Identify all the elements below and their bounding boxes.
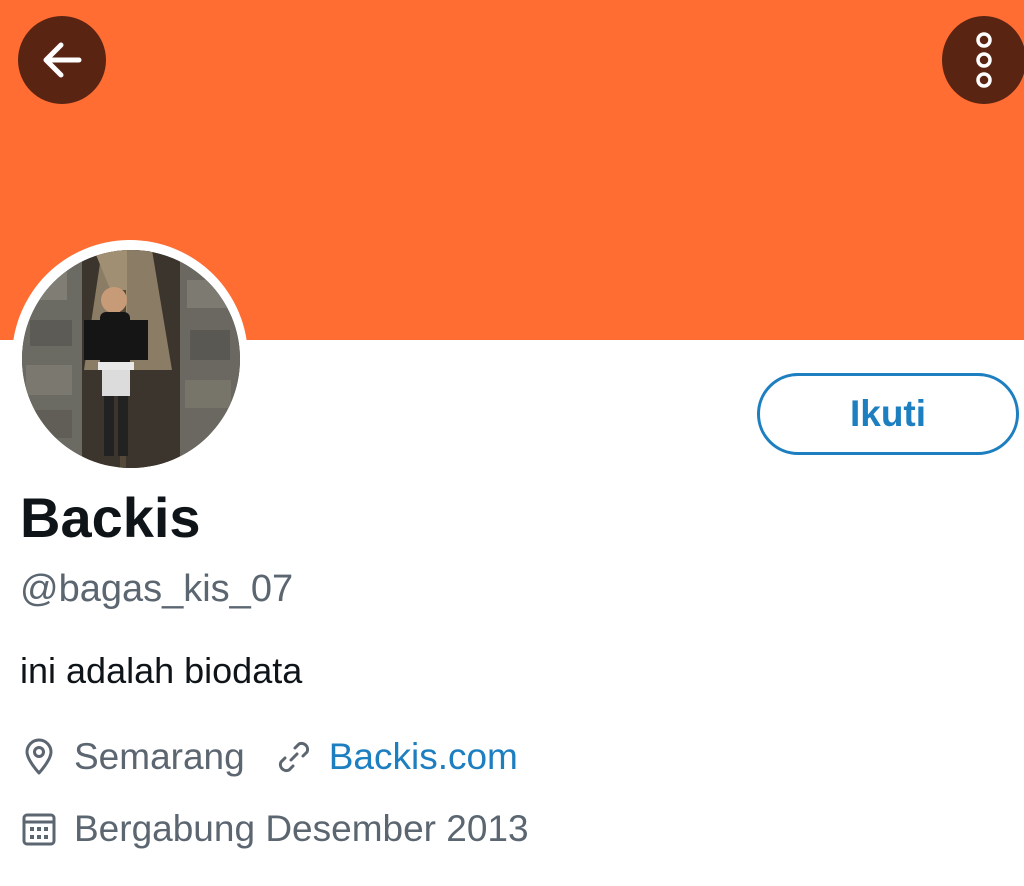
website-item: Backis.com [275, 734, 518, 780]
profile-photo [22, 250, 240, 468]
profile-meta-location-row: Semarang Backis.com [20, 734, 518, 780]
display-name: Backis [20, 486, 201, 549]
link-icon [278, 741, 309, 773]
website-link[interactable]: Backis.com [329, 734, 518, 780]
profile-meta-joined-row: Bergabung Desember 2013 [20, 806, 529, 852]
follow-button[interactable]: Ikuti [757, 373, 1019, 455]
back-button[interactable] [18, 16, 106, 104]
arrow-left-icon [43, 42, 82, 78]
avatar[interactable] [22, 250, 240, 468]
location-text: Semarang [74, 736, 245, 777]
location-pin-icon [25, 738, 53, 775]
profile-bio: ini adalah biodata [20, 650, 303, 691]
more-vertical-icon [976, 32, 992, 88]
calendar-icon [22, 813, 56, 846]
more-options-button[interactable] [942, 16, 1024, 104]
username-handle: @bagas_kis_07 [20, 568, 294, 610]
joined-date-text: Bergabung Desember 2013 [74, 808, 529, 849]
